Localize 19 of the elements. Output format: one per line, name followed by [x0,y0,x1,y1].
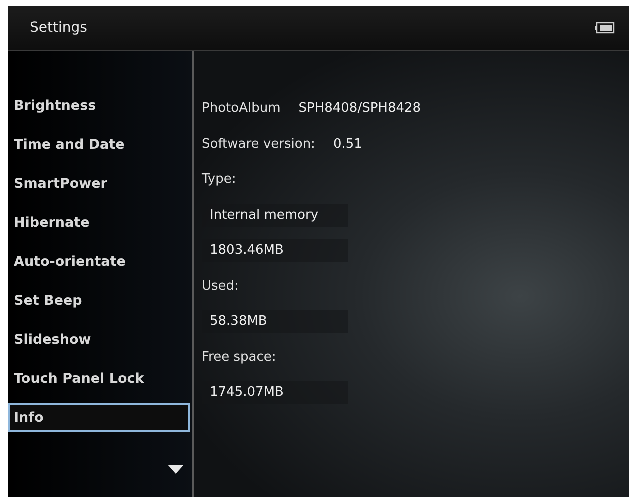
menu-item[interactable]: Set Beep [8,286,190,315]
menu-item[interactable]: Auto-orientate [8,247,190,276]
info-label: PhotoAlbum [202,101,281,116]
menu-item[interactable]: Brightness [8,91,190,120]
menu-item[interactable]: Slideshow [8,325,190,354]
info-label: Free space: [202,350,276,365]
info-label: Used: [202,278,239,294]
menu-item[interactable]: Info [8,403,190,432]
info-value: 0.51 [332,136,364,154]
info-value: SPH8408/SPH8428 [298,100,422,118]
battery-icon [595,22,615,34]
scroll-down-icon[interactable] [168,465,184,475]
menu-item[interactable]: Touch Panel Lock [8,364,190,393]
menu-item[interactable]: Time and Date [8,130,190,159]
info-label: Software version: [202,136,316,152]
screen-title: Settings [30,20,88,36]
info-label: Type: [202,172,236,188]
menu-item[interactable]: Hibernate [8,208,190,237]
menu-item[interactable]: SmartPower [8,169,190,198]
